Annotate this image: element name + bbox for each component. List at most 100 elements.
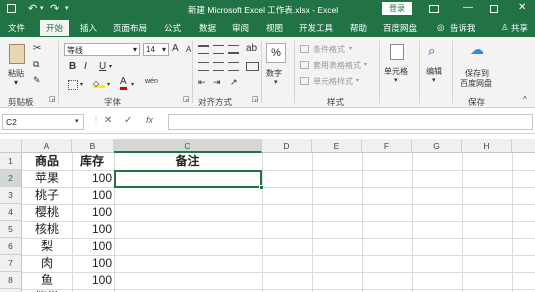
wrap-text-icon[interactable]: ab (246, 43, 257, 54)
row-header-2[interactable]: 2 (0, 170, 22, 187)
border-dropdown-icon[interactable]: ▾ (80, 81, 83, 88)
chevron-down-icon[interactable]: ▾ (162, 45, 166, 54)
enter-icon[interactable]: ✓ (124, 115, 132, 126)
format-as-table-button[interactable]: 套用表格格式 (313, 60, 361, 71)
cells-dropdown-icon[interactable]: ▾ (394, 76, 398, 84)
chevron-down-icon[interactable]: ▾ (356, 77, 359, 84)
row-header-1[interactable]: 1 (0, 153, 22, 170)
row-header-5[interactable]: 5 (0, 221, 22, 238)
copy-icon[interactable]: ⧉ (33, 59, 39, 70)
editing-dropdown-icon[interactable]: ▾ (432, 76, 436, 84)
cell-c1[interactable]: 备注 (114, 153, 261, 170)
row-header-8[interactable]: 8 (0, 272, 22, 289)
tab-help[interactable]: 帮助 (350, 22, 367, 34)
maximize-icon[interactable] (490, 5, 498, 13)
align-bottom-icon[interactable] (228, 45, 239, 54)
row-header-7[interactable]: 7 (0, 255, 22, 272)
column-header-c[interactable]: C (114, 139, 262, 153)
shrink-font-icon[interactable]: A (186, 45, 191, 54)
formula-input[interactable] (168, 114, 533, 130)
name-box[interactable]: C2 (2, 114, 84, 130)
phonetic-icon[interactable]: wén (145, 78, 158, 85)
undo-icon[interactable]: ↶ (28, 2, 37, 15)
font-size-combo[interactable]: 14 ▾ (143, 43, 169, 56)
cancel-icon[interactable]: ✕ (104, 115, 112, 126)
active-cell-c2[interactable] (114, 170, 262, 188)
close-icon[interactable]: ✕ (518, 2, 526, 13)
underline-dropdown-icon[interactable]: ▾ (109, 63, 112, 70)
cell-b6[interactable]: 100 (72, 238, 114, 255)
dialog-launcher-icon[interactable]: ◲ (183, 95, 190, 103)
row-header-4[interactable]: 4 (0, 204, 22, 221)
redo-icon[interactable]: ↷ (50, 2, 59, 15)
bold-button[interactable]: B (69, 61, 76, 72)
increase-indent-icon[interactable]: ⇥ (213, 77, 221, 88)
paste-dropdown-icon[interactable]: ▾ (14, 78, 18, 87)
cut-icon[interactable]: ✂ (33, 43, 41, 54)
insert-function-icon[interactable]: fx (146, 115, 153, 125)
align-center-icon[interactable] (213, 62, 224, 71)
paste-icon[interactable] (9, 44, 25, 64)
undo-dropdown-icon[interactable]: ▾ (40, 4, 44, 12)
worksheet-grid[interactable]: A B C D E F G H 1 2 3 4 5 6 7 8 9 商品 库存 … (0, 134, 535, 292)
cell-a2[interactable]: 苹果 (22, 170, 72, 187)
conditional-format-button[interactable]: 条件格式 (313, 44, 345, 55)
align-middle-icon[interactable] (213, 45, 224, 54)
dialog-launcher-icon[interactable]: ◲ (252, 95, 259, 103)
cell-a4[interactable]: 樱桃 (22, 204, 72, 221)
chevron-down-icon[interactable]: ▾ (349, 45, 352, 52)
share-icon[interactable]: ♙ (501, 22, 509, 33)
tab-file[interactable]: 文件 (8, 22, 25, 34)
select-all-button[interactable] (0, 139, 22, 153)
chevron-down-icon[interactable]: ▾ (133, 45, 137, 54)
customize-quick-access-icon[interactable]: ▾ (65, 4, 69, 12)
tab-review[interactable]: 审阅 (232, 22, 249, 34)
align-left-icon[interactable] (198, 62, 209, 71)
cell-a6[interactable]: 梨 (22, 238, 72, 255)
decrease-indent-icon[interactable]: ⇤ (198, 77, 206, 88)
cell-a3[interactable]: 桃子 (22, 187, 72, 204)
align-top-icon[interactable] (198, 45, 209, 54)
underline-button[interactable]: U (99, 61, 106, 72)
fill-handle[interactable] (259, 185, 264, 190)
grow-font-icon[interactable]: A (172, 43, 179, 54)
minimize-icon[interactable]: — (463, 2, 473, 13)
share-button[interactable]: 共享 (511, 22, 528, 34)
cell-b4[interactable]: 100 (72, 204, 114, 221)
save-to-baidu-button-line2[interactable]: 百度网盘 (460, 78, 492, 89)
row-header-6[interactable]: 6 (0, 238, 22, 255)
cell-a1[interactable]: 商品 (22, 153, 72, 170)
font-name-combo[interactable]: 等线 ▾ (64, 43, 140, 56)
italic-button[interactable]: I (84, 61, 87, 72)
cell-b7[interactable]: 100 (72, 255, 114, 272)
tab-formulas[interactable]: 公式 (164, 22, 181, 34)
tab-data[interactable]: 数据 (199, 22, 216, 34)
tell-me-search[interactable]: 告诉我 (450, 22, 476, 34)
column-header-d[interactable]: D (262, 139, 312, 153)
ribbon-display-icon[interactable] (429, 5, 439, 13)
cell-b8[interactable]: 100 (72, 272, 114, 289)
font-color-icon[interactable]: A (120, 77, 127, 90)
number-dropdown-icon[interactable]: ▾ (274, 78, 278, 86)
orientation-icon[interactable]: ↗ (230, 77, 238, 88)
border-icon[interactable] (68, 80, 78, 90)
cell-a5[interactable]: 核桃 (22, 221, 72, 238)
name-box-dropdown-icon[interactable]: ▾ (75, 117, 79, 125)
row-header-3[interactable]: 3 (0, 187, 22, 204)
column-header-h[interactable]: H (462, 139, 512, 153)
format-painter-icon[interactable]: ✎ (33, 75, 41, 86)
tab-insert[interactable]: 插入 (80, 22, 97, 34)
cell-styles-button[interactable]: 单元格样式 (313, 76, 353, 87)
cell-a8[interactable]: 鱼 (22, 272, 72, 289)
column-header-f[interactable]: F (362, 139, 412, 153)
dialog-launcher-icon[interactable]: ◲ (49, 95, 56, 103)
align-right-icon[interactable] (228, 62, 239, 71)
tab-home[interactable]: 开始 (40, 20, 70, 36)
column-header-b[interactable]: B (72, 139, 114, 153)
tab-view[interactable]: 视图 (266, 22, 283, 34)
column-header-a[interactable]: A (22, 139, 72, 153)
font-color-dropdown-icon[interactable]: ▾ (131, 81, 134, 88)
chevron-down-icon[interactable]: ▾ (364, 61, 367, 68)
column-header-e[interactable]: E (312, 139, 362, 153)
column-header-g[interactable]: G (412, 139, 462, 153)
